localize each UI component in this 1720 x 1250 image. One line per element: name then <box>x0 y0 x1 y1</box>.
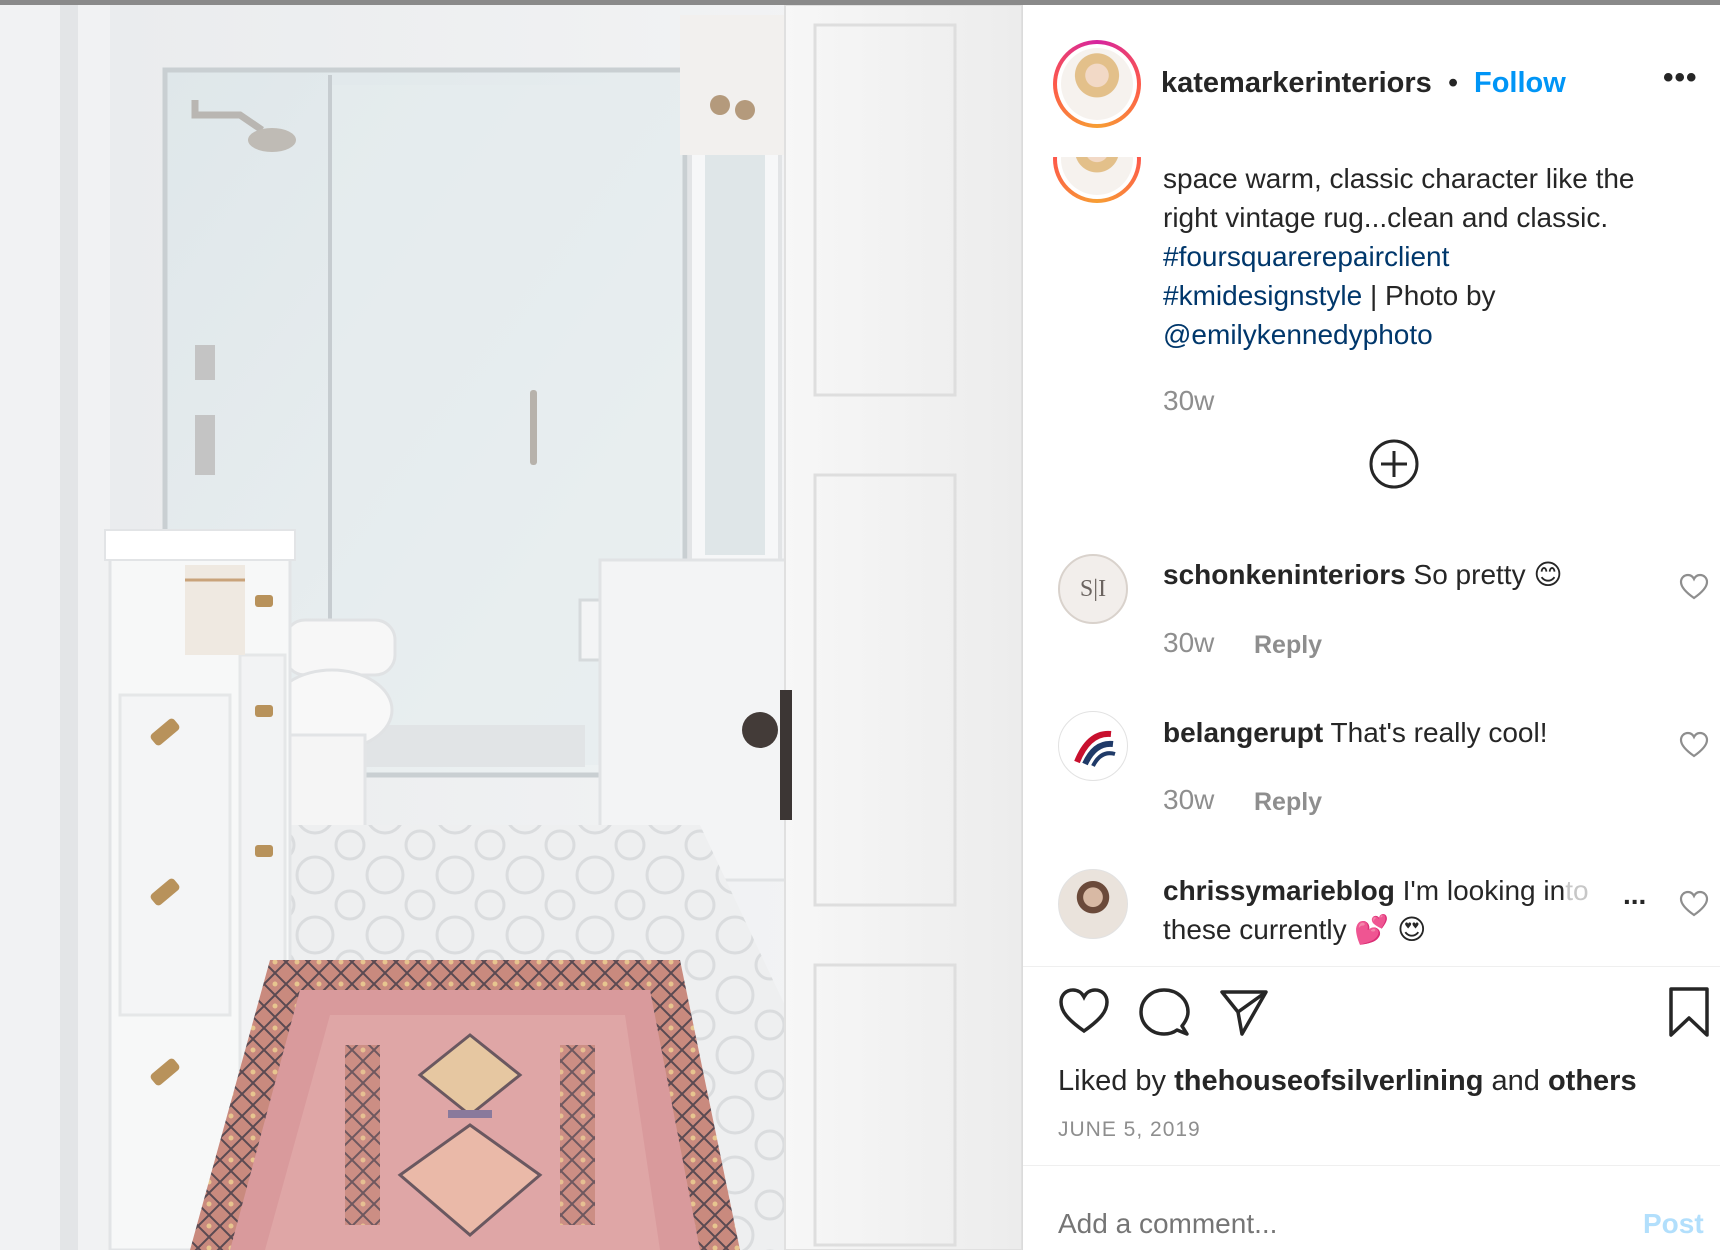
post-comment-button[interactable]: Post <box>1643 1208 1704 1240</box>
comment-1-reply-button[interactable]: Reply <box>1254 631 1322 660</box>
caption-line-2: right vintage rug...clean and classic. <box>1163 202 1609 233</box>
comment-3-username[interactable]: chrissymarieblog <box>1163 875 1395 906</box>
bathroom-photo <box>0 5 1022 1250</box>
comment-3-more-button[interactable]: ... <box>1623 879 1646 911</box>
post-side-panel: katemarkerinteriors • Follow ••• space w… <box>1022 5 1720 1250</box>
comment-box-divider <box>1023 1165 1720 1166</box>
post-date[interactable]: JUNE 5, 2019 <box>1058 1118 1201 1142</box>
hashtag-link-1[interactable]: #foursquarerepairclient <box>1163 241 1449 272</box>
comment-3-text-fade: to <box>1565 875 1589 906</box>
more-icon[interactable]: ••• <box>1663 61 1698 95</box>
commenter-avatar-belangerupt[interactable] <box>1058 711 1128 781</box>
photo-credit-label: | Photo by <box>1362 280 1496 311</box>
belanger-logo-icon <box>1074 730 1116 767</box>
commenter-avatar-chrissymarieblog[interactable] <box>1058 869 1128 939</box>
actions-divider <box>1023 966 1720 967</box>
likes-summary: Liked by thehouseofsilverlining and othe… <box>1058 1065 1637 1098</box>
liked-user-link[interactable]: thehouseofsilverlining <box>1174 1065 1483 1097</box>
post-header: katemarkerinteriors • Follow ••• <box>1023 5 1720 157</box>
liked-others-link[interactable]: others <box>1548 1065 1637 1097</box>
hashtag-link-2[interactable]: #kmidesignstyle <box>1163 280 1362 311</box>
author-username[interactable]: katemarkerinteriors <box>1161 67 1432 100</box>
post-time[interactable]: 30w <box>1163 385 1214 417</box>
comment-1-body: schonkeninteriors So pretty 😊 <box>1163 555 1563 594</box>
heart-icon[interactable] <box>1679 731 1709 759</box>
heart-icon[interactable] <box>1679 573 1709 601</box>
post-caption: space warm, classic character like the r… <box>1163 159 1703 354</box>
liked-prefix: Liked by <box>1058 1065 1175 1097</box>
like-heart-icon[interactable] <box>1058 986 1110 1038</box>
add-comment-input[interactable] <box>1058 1208 1558 1240</box>
comment-2-reply-button[interactable]: Reply <box>1254 788 1322 817</box>
comment-1-time[interactable]: 30w <box>1163 627 1214 659</box>
avatar-monogram: S|I <box>1079 575 1107 602</box>
header-separator: • <box>1448 67 1459 99</box>
comment-3-text: I'm looking in <box>1402 875 1566 906</box>
comment-1-username[interactable]: schonkeninteriors <box>1163 559 1406 590</box>
comment-icon[interactable] <box>1138 986 1190 1038</box>
comment-1-text: So pretty <box>1413 559 1526 590</box>
add-replies-icon[interactable] <box>1368 438 1420 490</box>
author-avatar[interactable] <box>1053 40 1141 128</box>
post-photo[interactable] <box>0 5 1022 1250</box>
follow-button[interactable]: Follow <box>1474 67 1566 100</box>
smile-emoji: 😊 <box>1533 559 1563 590</box>
share-icon[interactable] <box>1218 986 1270 1038</box>
comment-2-time[interactable]: 30w <box>1163 784 1214 816</box>
comment-2-text: That's really cool! <box>1330 717 1548 748</box>
comment-2-username[interactable]: belangerupt <box>1163 717 1323 748</box>
comment-2-body: belangerupt That's really cool! <box>1163 713 1548 752</box>
comment-3-text-line-2: these currently <box>1163 914 1347 945</box>
save-icon[interactable] <box>1663 986 1715 1038</box>
caption-line-1: space warm, classic character like the <box>1163 163 1635 194</box>
commenter-avatar-schonkeninteriors[interactable]: S|I <box>1058 554 1128 624</box>
heart-eyes-emoji: 😍 <box>1397 914 1427 945</box>
hearts-emoji: 💕 <box>1354 914 1390 945</box>
photographer-link[interactable]: @emilykennedyphoto <box>1163 319 1433 350</box>
heart-icon[interactable] <box>1679 890 1709 918</box>
comment-3-body: chrissymarieblog I'm looking into these … <box>1163 871 1643 949</box>
liked-middle: and <box>1483 1065 1548 1097</box>
